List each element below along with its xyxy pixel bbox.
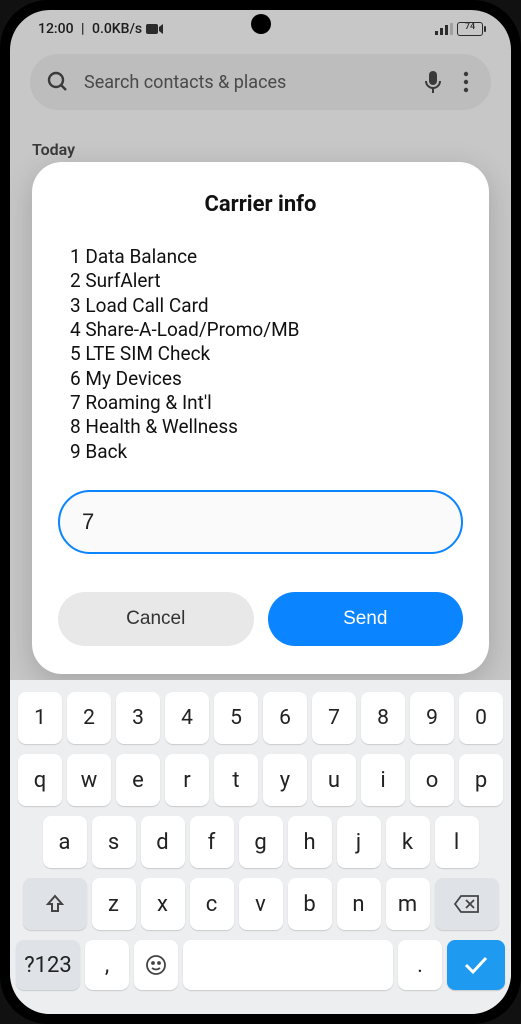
backspace-icon <box>454 895 480 913</box>
emoji-key[interactable] <box>134 940 178 990</box>
ussd-menu-item: 6 My Devices <box>70 367 463 391</box>
emoji-icon <box>145 954 167 976</box>
key-i[interactable]: i <box>361 754 405 806</box>
search-icon <box>46 70 70 94</box>
ussd-menu-item: 8 Health & Wellness <box>70 415 463 439</box>
key-9[interactable]: 9 <box>410 692 454 744</box>
key-p[interactable]: p <box>459 754 503 806</box>
key-l[interactable]: l <box>435 816 479 868</box>
status-netspeed: 0.0KB/s <box>92 21 142 37</box>
ussd-dialog: Carrier info 1 Data Balance2 SurfAlert3 … <box>32 162 489 674</box>
cancel-button[interactable]: Cancel <box>58 592 254 646</box>
key-r[interactable]: r <box>165 754 209 806</box>
send-button[interactable]: Send <box>268 592 464 646</box>
key-2[interactable]: 2 <box>67 692 111 744</box>
key-c[interactable]: c <box>190 878 234 930</box>
screen: 12:00 | 0.0KB/s 74 Search contacts & pla… <box>10 10 511 1014</box>
key-o[interactable]: o <box>410 754 454 806</box>
key-7[interactable]: 7 <box>312 692 356 744</box>
ussd-input[interactable] <box>58 490 463 554</box>
key-s[interactable]: s <box>92 816 136 868</box>
key-q[interactable]: q <box>18 754 62 806</box>
status-time: 12:00 <box>38 21 74 37</box>
video-icon <box>146 23 164 35</box>
key-8[interactable]: 8 <box>361 692 405 744</box>
section-label: Today <box>32 140 511 159</box>
search-placeholder: Search contacts & places <box>84 72 409 93</box>
key-k[interactable]: k <box>386 816 430 868</box>
search-bar[interactable]: Search contacts & places <box>30 54 491 110</box>
key-y[interactable]: y <box>263 754 307 806</box>
space-key[interactable] <box>183 940 393 990</box>
key-3[interactable]: 3 <box>116 692 160 744</box>
key-6[interactable]: 6 <box>263 692 307 744</box>
key-4[interactable]: 4 <box>165 692 209 744</box>
check-icon <box>463 955 489 975</box>
ussd-menu-item: 2 SurfAlert <box>70 269 463 293</box>
camera-notch <box>251 14 271 34</box>
key-j[interactable]: j <box>337 816 381 868</box>
mic-icon[interactable] <box>423 70 443 94</box>
signal-icon <box>435 23 453 35</box>
comma-key[interactable]: , <box>85 940 129 990</box>
key-x[interactable]: x <box>141 878 185 930</box>
key-t[interactable]: t <box>214 754 258 806</box>
ussd-menu-item: 1 Data Balance <box>70 245 463 269</box>
dialog-title: Carrier info <box>58 192 463 217</box>
ussd-menu-item: 9 Back <box>70 440 463 464</box>
enter-key[interactable] <box>447 940 505 990</box>
period-key[interactable]: . <box>398 940 442 990</box>
key-m[interactable]: m <box>386 878 430 930</box>
key-h[interactable]: h <box>288 816 332 868</box>
key-5[interactable]: 5 <box>214 692 258 744</box>
ussd-menu-item: 3 Load Call Card <box>70 294 463 318</box>
ussd-menu-item: 4 Share-A-Load/Promo/MB <box>70 318 463 342</box>
ussd-menu-item: 7 Roaming & Int'l <box>70 391 463 415</box>
key-u[interactable]: u <box>312 754 356 806</box>
key-d[interactable]: d <box>141 816 185 868</box>
shift-key[interactable] <box>23 878 87 930</box>
keyboard: 1234567890 qwertyuiop asdfghjkl zxcvbnm … <box>10 680 511 1014</box>
phone-frame: 12:00 | 0.0KB/s 74 Search contacts & pla… <box>0 0 521 1024</box>
ussd-menu: 1 Data Balance2 SurfAlert3 Load Call Car… <box>58 245 463 464</box>
key-0[interactable]: 0 <box>459 692 503 744</box>
status-right: 74 <box>435 22 483 36</box>
symbols-key[interactable]: ?123 <box>16 940 80 990</box>
key-z[interactable]: z <box>92 878 136 930</box>
status-left: 12:00 | 0.0KB/s <box>38 21 164 37</box>
battery-icon: 74 <box>457 22 483 36</box>
shift-icon <box>45 894 65 914</box>
key-e[interactable]: e <box>116 754 160 806</box>
key-1[interactable]: 1 <box>18 692 62 744</box>
key-v[interactable]: v <box>239 878 283 930</box>
key-b[interactable]: b <box>288 878 332 930</box>
key-f[interactable]: f <box>190 816 234 868</box>
more-icon[interactable] <box>457 71 475 93</box>
key-a[interactable]: a <box>43 816 87 868</box>
key-g[interactable]: g <box>239 816 283 868</box>
backspace-key[interactable] <box>435 878 499 930</box>
key-w[interactable]: w <box>67 754 111 806</box>
ussd-menu-item: 5 LTE SIM Check <box>70 342 463 366</box>
key-n[interactable]: n <box>337 878 381 930</box>
